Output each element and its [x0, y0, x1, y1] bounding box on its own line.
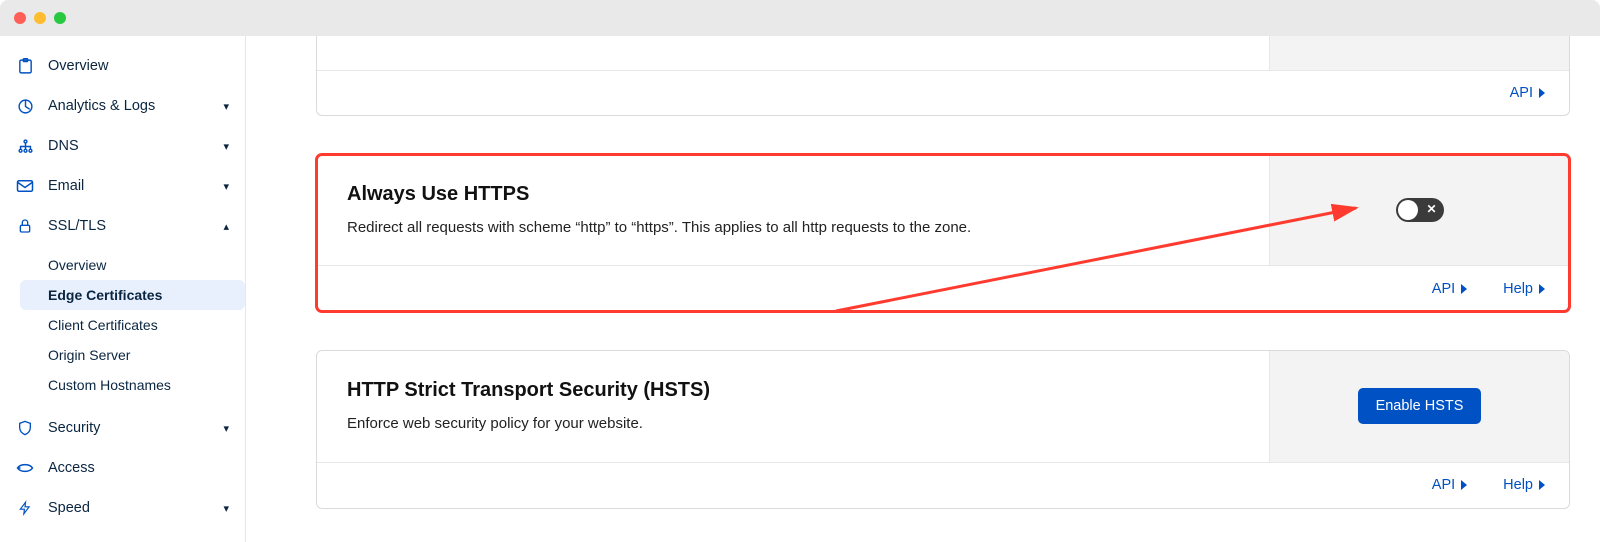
- enable-hsts-button[interactable]: Enable HSTS: [1358, 388, 1482, 424]
- sidebar-item-analytics[interactable]: Analytics & Logs ▾: [0, 86, 245, 126]
- caret-right-icon: [1539, 284, 1545, 294]
- api-link[interactable]: API: [1510, 85, 1545, 101]
- caret-right-icon: [1461, 284, 1467, 294]
- sidebar-item-security[interactable]: Security ▾: [0, 408, 245, 448]
- ssl-tls-submenu: Overview Edge Certificates Client Certif…: [0, 246, 245, 408]
- maximize-window-icon[interactable]: [54, 12, 66, 24]
- close-window-icon[interactable]: [14, 12, 26, 24]
- card-description: Redirect all requests with scheme “http”…: [347, 216, 1239, 239]
- sidebar-item-email[interactable]: Email ▾: [0, 166, 245, 206]
- card-title: HTTP Strict Transport Security (HSTS): [347, 379, 1239, 402]
- chevron-down-icon: ▾: [223, 140, 229, 153]
- sidebar-item-label: Overview: [48, 58, 229, 74]
- toggle-knob: [1398, 200, 1418, 220]
- card-top-partial: API: [316, 36, 1570, 116]
- sidebar-subitem-origin-server[interactable]: Origin Server: [48, 340, 245, 370]
- dns-icon: [16, 138, 34, 155]
- api-link[interactable]: API: [1432, 477, 1467, 493]
- minimize-window-icon[interactable]: [34, 12, 46, 24]
- help-link[interactable]: Help: [1503, 281, 1545, 297]
- sidebar-subitem-client-certificates[interactable]: Client Certificates: [48, 310, 245, 340]
- sidebar: Overview Analytics & Logs ▾ DNS ▾ Email …: [0, 36, 246, 542]
- chevron-down-icon: ▾: [223, 100, 229, 113]
- sidebar-item-label: Analytics & Logs: [48, 98, 209, 114]
- sidebar-subitem-edge-certificates[interactable]: Edge Certificates: [20, 280, 245, 310]
- card-top-action-area: [1269, 36, 1569, 70]
- caret-right-icon: [1539, 88, 1545, 98]
- sidebar-item-speed[interactable]: Speed ▾: [0, 488, 245, 528]
- lock-icon: [16, 217, 34, 235]
- speed-icon: [16, 499, 34, 517]
- sidebar-item-dns[interactable]: DNS ▾: [0, 126, 245, 166]
- sidebar-item-overview[interactable]: Overview: [0, 46, 245, 86]
- window-titlebar: [0, 0, 1600, 36]
- sidebar-item-ssl-tls[interactable]: SSL/TLS ▴: [0, 206, 245, 246]
- sidebar-item-label: DNS: [48, 138, 209, 154]
- chevron-down-icon: ▾: [223, 502, 229, 515]
- help-link[interactable]: Help: [1503, 477, 1545, 493]
- sidebar-item-label: Email: [48, 178, 209, 194]
- card-description: Enforce web security policy for your web…: [347, 412, 1239, 435]
- sidebar-subitem-ssl-overview[interactable]: Overview: [48, 250, 245, 280]
- sidebar-item-access[interactable]: Access: [0, 448, 245, 488]
- api-link[interactable]: API: [1432, 281, 1467, 297]
- analytics-icon: [16, 98, 34, 115]
- chevron-down-icon: ▾: [223, 422, 229, 435]
- overview-icon: [16, 58, 34, 75]
- shield-icon: [16, 419, 34, 437]
- sidebar-item-label: Speed: [48, 500, 209, 516]
- sidebar-subitem-custom-hostnames[interactable]: Custom Hostnames: [48, 370, 245, 400]
- access-icon: [16, 460, 34, 476]
- card-hsts: HTTP Strict Transport Security (HSTS) En…: [316, 350, 1570, 508]
- email-icon: [16, 179, 34, 193]
- always-use-https-toggle[interactable]: ✕: [1396, 198, 1444, 222]
- chevron-down-icon: ▾: [223, 180, 229, 193]
- caret-right-icon: [1539, 480, 1545, 490]
- sidebar-item-label: Access: [48, 460, 229, 476]
- card-always-use-https: Always Use HTTPS Redirect all requests w…: [316, 154, 1570, 312]
- card-title: Always Use HTTPS: [347, 183, 1239, 206]
- sidebar-item-label: SSL/TLS: [48, 218, 209, 234]
- main-panel: API Always Use HTTPS Redirect all reques…: [246, 36, 1600, 542]
- caret-right-icon: [1461, 480, 1467, 490]
- chevron-up-icon: ▴: [223, 220, 229, 233]
- sidebar-item-label: Security: [48, 420, 209, 436]
- toggle-off-x-icon: ✕: [1426, 202, 1436, 216]
